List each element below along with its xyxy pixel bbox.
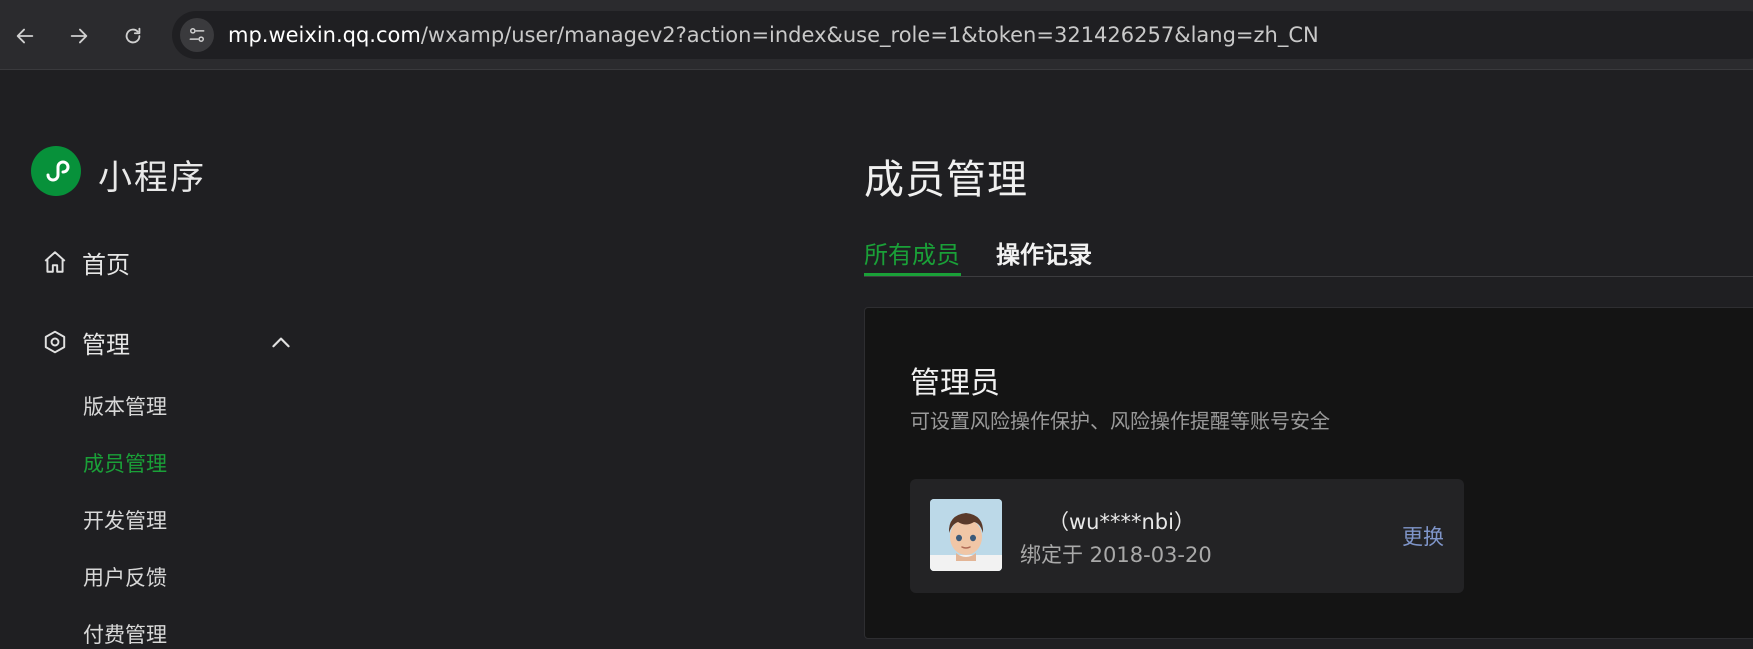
admin-member-row: （wu****nbi） 绑定于 2018-03-20 更换 [910,479,1464,593]
sidebar-item-member-manage[interactable]: 成员管理 [83,448,167,478]
browser-toolbar: mp.weixin.qq.com/wxamp/user/managev2?act… [0,0,1753,70]
sidebar-item-manage[interactable]: 管理 [42,324,130,360]
tab-operation-log[interactable]: 操作记录 [996,235,1092,270]
member-bind-date: 绑定于 2018-03-20 [1020,543,1212,567]
sidebar-item-payment-manage[interactable]: 付费管理 [83,619,167,649]
site-info-button[interactable] [180,18,214,52]
sidebar-item-home[interactable]: 首页 [42,244,130,280]
url-path: /wxamp/user/managev2?action=index&use_ro… [420,23,1319,47]
miniprogram-logo-icon [31,146,81,196]
tabs-divider [864,276,1753,277]
page-title: 成员管理 [864,157,1028,203]
reload-icon [125,27,141,44]
tab-all-members[interactable]: 所有成员 [864,235,960,270]
site-info-icon [189,28,205,43]
back-icon [16,28,34,44]
home-icon [44,251,66,273]
app-name: 小程序 [98,158,206,198]
change-admin-link[interactable]: 更换 [1402,521,1444,551]
forward-icon [70,28,88,44]
sidebar-item-user-feedback[interactable]: 用户反馈 [83,562,167,592]
url-host: mp.weixin.qq.com [228,23,421,47]
admin-card-description: 可设置风险操作保护、风险操作提醒等账号安全 [910,409,1330,433]
member-name: （wu****nbi） [1048,510,1195,534]
chevron-up-icon[interactable] [268,330,294,356]
forward-button[interactable] [61,18,97,54]
sidebar-item-version-manage[interactable]: 版本管理 [83,391,167,421]
avatar [930,499,1002,571]
sidebar-item-manage-label: 管理 [82,330,130,359]
sidebar-item-home-label: 首页 [82,250,130,279]
active-tab-indicator [864,273,961,276]
back-button[interactable] [7,18,43,54]
sidebar-item-dev-manage[interactable]: 开发管理 [83,505,167,535]
admin-card-title: 管理员 [910,366,1000,401]
manage-hexagon-icon [44,330,66,354]
reload-button[interactable] [115,18,151,54]
address-bar[interactable]: mp.weixin.qq.com/wxamp/user/managev2?act… [172,11,1753,59]
url-text[interactable]: mp.weixin.qq.com/wxamp/user/managev2?act… [228,23,1319,47]
